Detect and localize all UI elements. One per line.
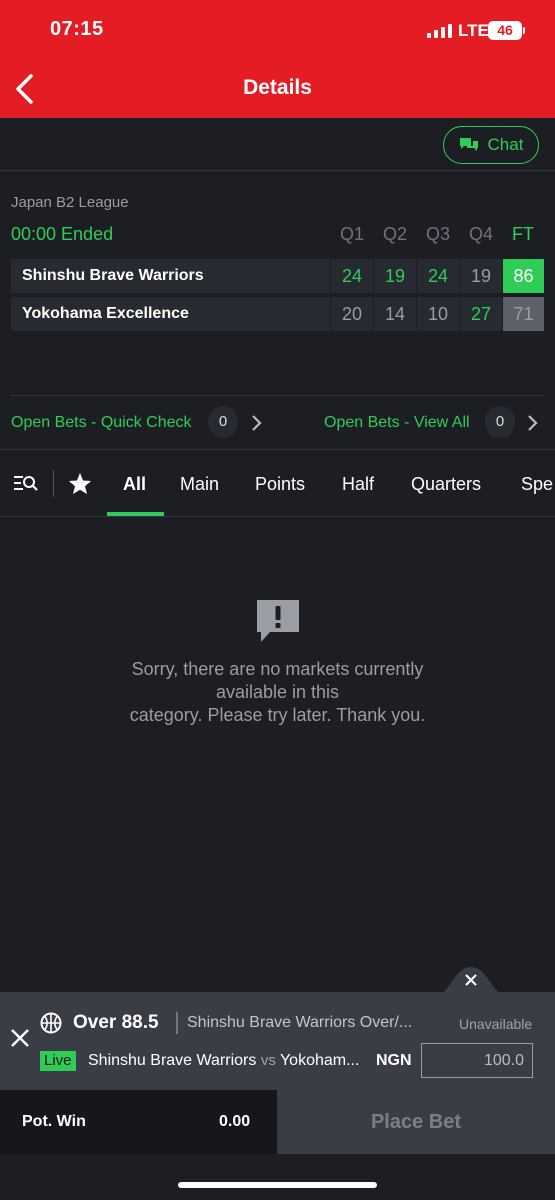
- score-cell: 10: [417, 297, 459, 331]
- final-score-cell: 71: [503, 297, 544, 331]
- chat-icon: [459, 138, 478, 151]
- period-header-q1: Q1: [339, 224, 364, 244]
- potential-win-label: Pot. Win: [22, 1113, 86, 1130]
- place-bet-button[interactable]: Place Bet: [277, 1090, 555, 1154]
- divider: [11, 395, 544, 396]
- period-header-q4: Q4: [468, 224, 493, 244]
- score-cell: 20: [331, 297, 373, 331]
- home-team: Shinshu Brave Warriors: [88, 1052, 257, 1069]
- status-time: 07:15: [50, 18, 104, 40]
- tab-main[interactable]: Main: [180, 474, 219, 495]
- score-cell: 24: [417, 259, 459, 293]
- league-name: Japan B2 League: [11, 194, 129, 211]
- live-badge: Live: [40, 1051, 76, 1071]
- currency-label: NGN: [376, 1052, 412, 1069]
- tab-quarters[interactable]: Quarters: [411, 474, 481, 495]
- period-header-q3: Q3: [425, 224, 450, 244]
- basketball-icon: [40, 1012, 62, 1034]
- empty-line-3: category. Please try later. Thank you.: [129, 705, 426, 725]
- empty-line-1: Sorry, there are no markets currently: [131, 659, 424, 679]
- battery-tip: [523, 27, 525, 34]
- betslip-collapse-tab[interactable]: [436, 965, 506, 995]
- empty-line-2: available in this: [215, 682, 340, 702]
- search-markets-icon[interactable]: [13, 474, 39, 494]
- selection-name: Over 88.5: [73, 1012, 159, 1033]
- score-cell: 27: [460, 297, 502, 331]
- page-title: Details: [243, 76, 312, 99]
- match-name: Shinshu Brave Warriors vs Yokoham...: [88, 1052, 359, 1070]
- score-cell: 19: [374, 259, 416, 293]
- divider: [0, 449, 555, 450]
- away-team: Yokoham...: [279, 1052, 360, 1069]
- final-score-cell: 86: [503, 259, 544, 293]
- tab-separator: [53, 470, 54, 497]
- tab-half[interactable]: Half: [342, 474, 374, 495]
- home-indicator-area: [0, 1154, 555, 1200]
- home-team-name: Shinshu Brave Warriors: [22, 267, 204, 284]
- close-icon[interactable]: [10, 1028, 30, 1048]
- tab-specials[interactable]: Spe: [521, 474, 553, 495]
- potential-win-value: 0.00: [219, 1113, 251, 1130]
- market-name: Shinshu Brave Warriors Over/...: [187, 1014, 413, 1031]
- tab-points[interactable]: Points: [255, 474, 305, 495]
- chat-label: Chat: [487, 135, 524, 154]
- empty-state-message: Sorry, there are no markets currently av…: [100, 658, 455, 727]
- alert-message-icon: [257, 600, 299, 642]
- chat-button[interactable]: Chat: [443, 126, 539, 164]
- chevron-right-icon[interactable]: [526, 414, 538, 432]
- divider: [0, 516, 555, 517]
- stake-input[interactable]: [421, 1043, 533, 1078]
- view-all-count-badge: 0: [485, 406, 515, 438]
- star-favorites-icon[interactable]: [68, 472, 92, 495]
- open-bets-view-all-link[interactable]: Open Bets - View All: [324, 414, 470, 432]
- period-header-q2: Q2: [382, 224, 407, 244]
- match-status: 00:00 Ended: [11, 224, 114, 244]
- period-header-ft: FT: [512, 224, 534, 244]
- score-cell: 19: [460, 259, 502, 293]
- away-team-name: Yokohama Excellence: [22, 305, 189, 322]
- home-indicator[interactable]: [178, 1182, 377, 1188]
- score-cell: 24: [331, 259, 373, 293]
- odds-status: Unavailable: [459, 1016, 533, 1032]
- open-bets-quick-check-link[interactable]: Open Bets - Quick Check: [11, 414, 192, 432]
- vs-label: vs: [260, 1052, 276, 1069]
- selection-separator: [176, 1012, 178, 1034]
- divider: [0, 170, 555, 171]
- network-label: LTE: [458, 21, 489, 40]
- chevron-right-icon[interactable]: [250, 414, 262, 432]
- signal-icon: [427, 24, 453, 38]
- tab-all[interactable]: All: [123, 474, 146, 495]
- battery-icon: 46: [488, 21, 522, 40]
- score-cell: 14: [374, 297, 416, 331]
- quick-check-count-badge: 0: [208, 406, 238, 438]
